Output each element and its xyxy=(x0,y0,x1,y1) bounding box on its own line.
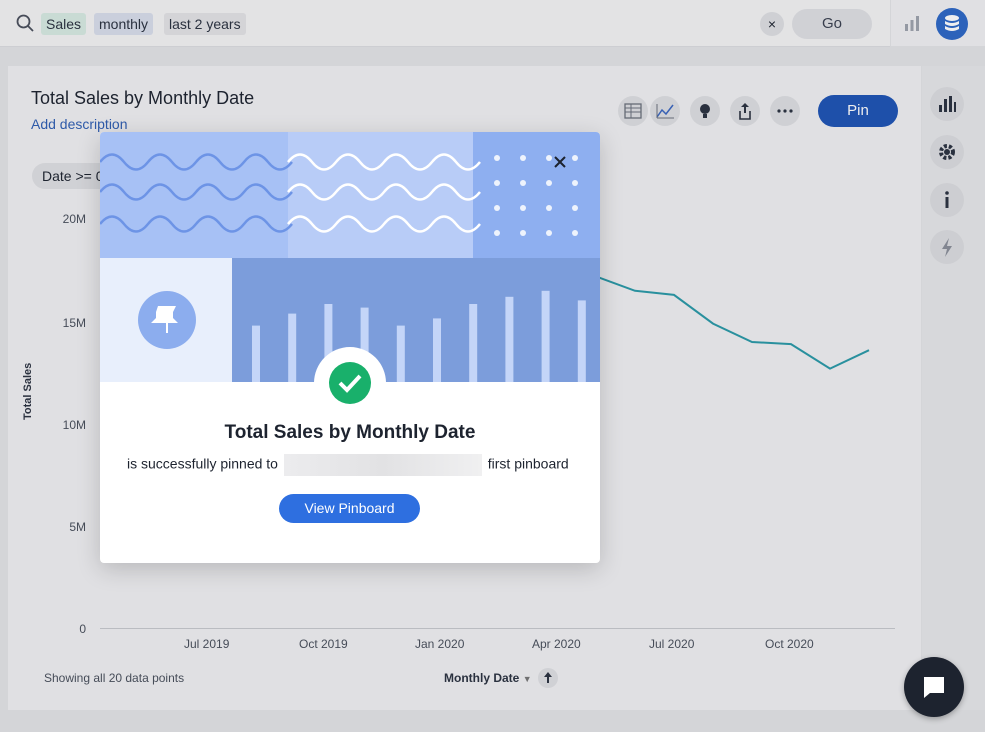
pinned-message: is successfully pinned to first pinboard xyxy=(127,454,569,476)
pinboard-name-redacted xyxy=(283,454,482,476)
pinned-prefix: is successfully pinned to xyxy=(127,455,278,472)
success-check-icon xyxy=(314,347,386,419)
illustration-bar xyxy=(288,313,297,382)
illustration-bar xyxy=(505,296,514,382)
illustration-bar xyxy=(433,318,441,382)
pin-success-modal: Total Sales by Monthly Date is successfu… xyxy=(100,132,600,563)
view-pinboard-button[interactable]: View Pinboard xyxy=(279,494,420,523)
illustration-bar xyxy=(469,304,478,382)
illustration-bar xyxy=(541,290,550,382)
chat-icon xyxy=(924,677,944,698)
close-icon[interactable] xyxy=(550,152,570,172)
illustration-bar xyxy=(577,300,586,382)
chat-button[interactable] xyxy=(904,657,964,717)
illustration-bar xyxy=(396,325,405,382)
pinned-suffix: first pinboard xyxy=(487,455,569,472)
modal-title: Total Sales by Monthly Date xyxy=(224,422,476,443)
illustration-bar xyxy=(252,325,260,382)
